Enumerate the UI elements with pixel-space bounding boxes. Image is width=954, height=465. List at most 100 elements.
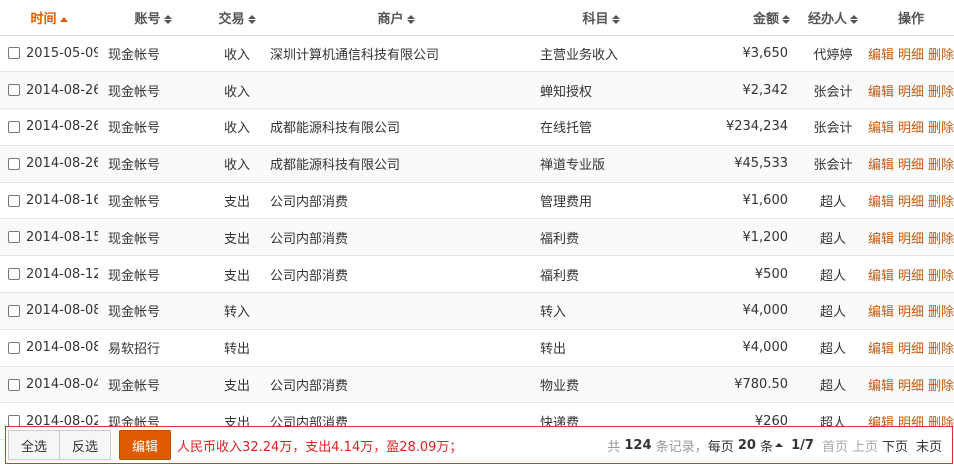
- edit-link[interactable]: 编辑: [868, 48, 894, 63]
- delete-link[interactable]: 删除: [928, 379, 954, 394]
- detail-link[interactable]: 明细: [898, 342, 924, 357]
- header-amount-label: 金额: [752, 11, 779, 27]
- row-checkbox[interactable]: [8, 120, 20, 133]
- table-row: 2014-08-04 现金帐号 支出 公司内部消费 物业费 ¥780.50 超人 编辑 明细 删除: [0, 366, 954, 404]
- type-cell: 转入: [208, 292, 266, 330]
- edit-link[interactable]: 编辑: [868, 195, 894, 210]
- date-value: 2014-08-16: [26, 193, 98, 209]
- row-checkbox[interactable]: [8, 157, 20, 170]
- category-cell: 福利费: [526, 255, 676, 294]
- account-cell: 现金帐号: [98, 71, 208, 110]
- table-row: 2014-08-26 现金帐号 收入 成都能源科技有限公司 禅道专业版 ¥45,533 张会…: [0, 145, 954, 183]
- account-cell: 现金帐号: [98, 35, 208, 73]
- invert-selection-button[interactable]: 反选: [60, 430, 112, 460]
- edit-link[interactable]: 编辑: [868, 121, 894, 136]
- sort-icon: [247, 14, 256, 24]
- merchant-cell: 公司内部消费: [266, 366, 526, 404]
- date-cell: 2014-08-26: [0, 108, 98, 146]
- row-checkbox[interactable]: [8, 194, 20, 207]
- pager-last[interactable]: 末页: [916, 436, 942, 455]
- header-account[interactable]: 账号: [98, 0, 208, 36]
- row-checkbox[interactable]: [8, 84, 20, 97]
- pager-total-prefix: 共: [607, 439, 621, 455]
- edit-link[interactable]: 编辑: [868, 85, 894, 100]
- delete-link[interactable]: 删除: [928, 232, 954, 247]
- row-checkbox[interactable]: [8, 268, 20, 281]
- account-cell: 现金帐号: [98, 292, 208, 330]
- category-cell: 主营业务收入: [526, 35, 676, 73]
- table-row: 2014-08-15 现金帐号 支出 公司内部消费 福利费 ¥1,200 超人 编辑 明细 删除: [0, 218, 954, 257]
- pager: 共 124 条记录， 每页 20 条 1/7 首页 上页 下页 末页: [607, 436, 942, 455]
- detail-link[interactable]: 明细: [898, 379, 924, 394]
- actions-cell: 编辑 明细 删除: [868, 182, 954, 220]
- row-checkbox[interactable]: [8, 341, 20, 354]
- delete-link[interactable]: 删除: [928, 269, 954, 284]
- header-actions-label: 操作: [897, 11, 924, 27]
- detail-link[interactable]: 明细: [898, 232, 924, 247]
- header-amount[interactable]: 金额: [676, 0, 798, 36]
- date-value: 2014-08-26: [26, 82, 98, 98]
- delete-link[interactable]: 删除: [928, 48, 954, 63]
- date-value: 2015-05-09: [26, 45, 98, 61]
- amount-cell: ¥2,342: [676, 71, 798, 110]
- row-checkbox[interactable]: [8, 378, 20, 391]
- detail-link[interactable]: 明细: [898, 158, 924, 173]
- table-header-row: 时间 账号 交易 商户 科目 金额 经办人 操作: [0, 0, 954, 36]
- account-cell: 现金帐号: [98, 182, 208, 220]
- amount-cell: ¥1,200: [676, 218, 798, 257]
- header-date[interactable]: 时间: [0, 0, 98, 36]
- pager-total-count: 124: [624, 437, 652, 453]
- account-cell: 现金帐号: [98, 366, 208, 404]
- sort-icon: [611, 14, 620, 24]
- edit-link[interactable]: 编辑: [868, 379, 894, 394]
- delete-link[interactable]: 删除: [928, 85, 954, 100]
- summary-text: 人民币收入32.24万，支出4.14万，盈28.09万；: [177, 439, 463, 455]
- pager-per-page-prefix: 每页: [707, 439, 734, 455]
- row-checkbox[interactable]: [8, 47, 20, 60]
- handler-cell: 超人: [798, 255, 868, 294]
- sort-icon: [163, 14, 172, 24]
- batch-edit-button[interactable]: 编辑: [119, 430, 172, 460]
- account-cell: 现金帐号: [98, 145, 208, 183]
- header-category[interactable]: 科目: [526, 0, 676, 36]
- detail-link[interactable]: 明细: [898, 48, 924, 63]
- actions-cell: 编辑 明细 删除: [868, 292, 954, 330]
- detail-link[interactable]: 明细: [898, 269, 924, 284]
- handler-cell: 超人: [798, 329, 868, 367]
- merchant-cell: 公司内部消费: [266, 218, 526, 257]
- detail-link[interactable]: 明细: [898, 195, 924, 210]
- pager-next[interactable]: 下页: [882, 436, 908, 455]
- header-account-label: 账号: [134, 11, 161, 27]
- edit-link[interactable]: 编辑: [868, 269, 894, 284]
- edit-link[interactable]: 编辑: [868, 158, 894, 173]
- handler-cell: 张会计: [798, 71, 868, 110]
- category-cell: 转入: [526, 292, 676, 330]
- header-type[interactable]: 交易: [208, 0, 266, 36]
- type-cell: 支出: [208, 218, 266, 257]
- delete-link[interactable]: 删除: [928, 342, 954, 357]
- header-handler[interactable]: 经办人: [798, 0, 868, 36]
- delete-link[interactable]: 删除: [928, 195, 954, 210]
- header-merchant[interactable]: 商户: [266, 0, 526, 36]
- caret-up-icon[interactable]: [775, 443, 784, 447]
- header-category-label: 科目: [582, 11, 609, 27]
- pager-prev: 上页: [851, 439, 878, 455]
- delete-link[interactable]: 删除: [928, 305, 954, 320]
- detail-link[interactable]: 明细: [898, 305, 924, 320]
- per-page-select[interactable]: 20: [738, 438, 756, 453]
- merchant-cell: 深圳计算机通信科技有限公司: [266, 35, 526, 73]
- delete-link[interactable]: 删除: [928, 158, 954, 173]
- merchant-cell: 公司内部消费: [266, 182, 526, 220]
- actions-cell: 编辑 明细 删除: [868, 329, 954, 367]
- edit-link[interactable]: 编辑: [868, 342, 894, 357]
- header-actions: 操作: [868, 0, 954, 36]
- edit-link[interactable]: 编辑: [868, 305, 894, 320]
- detail-link[interactable]: 明细: [898, 85, 924, 100]
- detail-link[interactable]: 明细: [898, 121, 924, 136]
- row-checkbox[interactable]: [8, 304, 20, 317]
- row-checkbox[interactable]: [8, 231, 20, 244]
- select-all-button[interactable]: 全选: [8, 430, 61, 460]
- pager-page: 1/7: [791, 437, 814, 453]
- edit-link[interactable]: 编辑: [868, 232, 894, 247]
- delete-link[interactable]: 删除: [928, 121, 954, 136]
